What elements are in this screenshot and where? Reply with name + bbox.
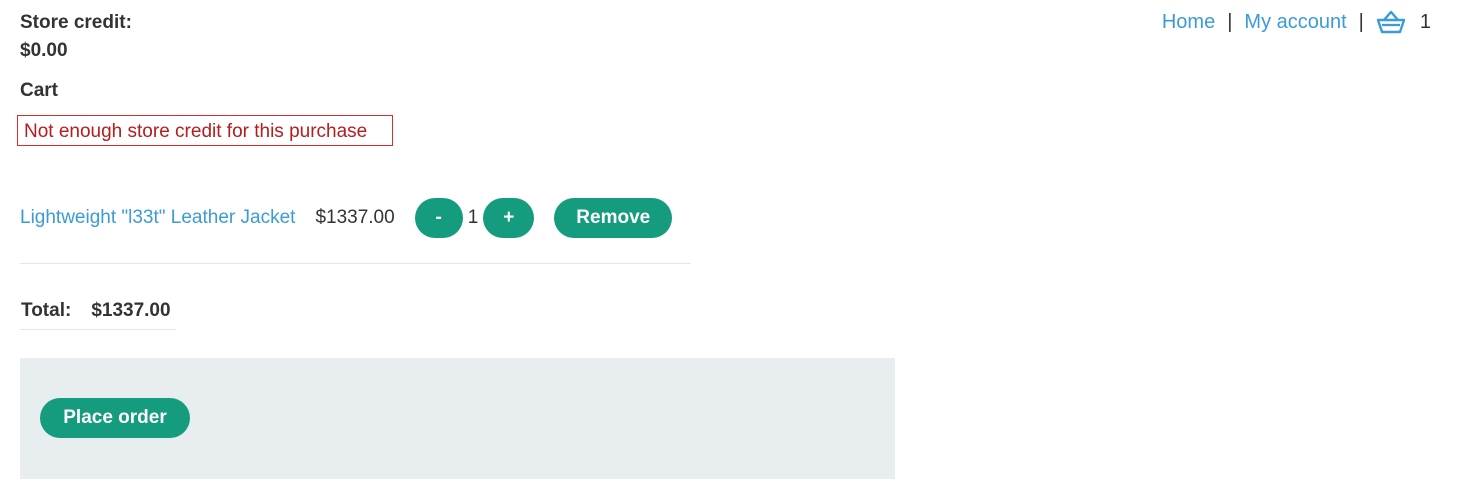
shopping-basket-icon[interactable] [1376,10,1406,34]
home-link[interactable]: Home [1162,10,1215,34]
total-value: $1337.00 [91,300,171,321]
remove-button[interactable]: Remove [554,198,673,238]
top-navigation: Home | My account | 1 [1162,10,1431,34]
error-message: Not enough store credit for this purchas… [17,115,393,146]
order-panel: Place order [20,358,895,479]
cart-page: Store credit: $0.00 Cart Home | My accou… [0,0,1467,491]
decrease-quantity-button[interactable]: - [414,198,463,238]
store-credit-value: $0.00 [20,40,68,61]
quantity-value: 1 [467,207,479,228]
cart-item-row: Lightweight "l33t" Leather Jacket $1337.… [20,198,691,238]
cart-count: 1 [1419,11,1431,33]
total-label: Total: [21,300,72,321]
cart-heading: Cart [20,80,59,101]
my-account-link[interactable]: My account [1244,10,1346,34]
place-order-button[interactable]: Place order [40,398,190,438]
increase-quantity-button[interactable]: + [483,198,535,238]
product-link[interactable]: Lightweight "l33t" Leather Jacket [20,207,295,229]
product-price: $1337.00 [315,207,395,228]
nav-separator: | [1227,11,1233,33]
row-divider [20,263,691,264]
store-credit-label: Store credit: [20,12,132,33]
nav-separator: | [1358,11,1364,33]
total-row: Total: $1337.00 [20,298,176,330]
